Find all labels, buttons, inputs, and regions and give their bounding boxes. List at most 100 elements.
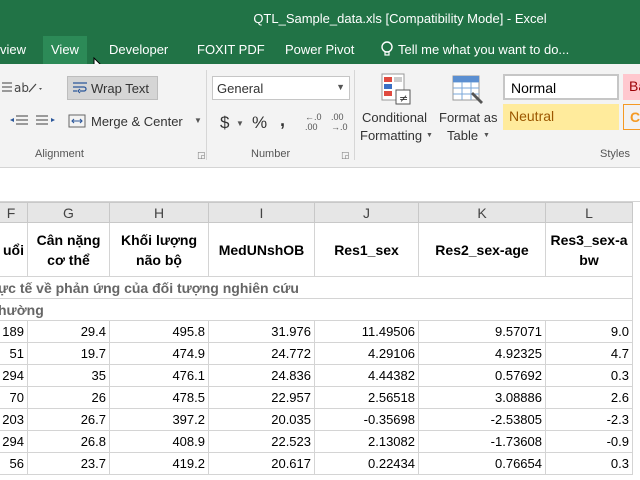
cell-style-normal[interactable]: Normal	[503, 74, 619, 100]
header-cell[interactable]: Khối lượng não bộ	[109, 222, 209, 277]
align-lines-icon[interactable]	[2, 81, 12, 95]
data-cell[interactable]: 56	[0, 452, 28, 475]
wrap-text-label: Wrap Text	[91, 81, 150, 96]
data-cell[interactable]: 9.57071	[418, 320, 546, 343]
orientation-icon[interactable]: ab	[14, 80, 44, 96]
merge-dropdown-arrow-icon[interactable]: ▼	[194, 116, 202, 125]
section-row: hường	[0, 298, 633, 321]
data-cell[interactable]: 26.7	[27, 408, 110, 431]
tab-foxit-pdf[interactable]: FOXIT PDF	[189, 36, 273, 64]
data-cell[interactable]: -2.3	[545, 408, 633, 431]
tab-developer[interactable]: Developer	[101, 36, 176, 64]
chevron-down-icon: ▼	[483, 132, 490, 139]
column-header-h[interactable]: H	[109, 202, 209, 223]
format-as-table-button[interactable]: Format as Table ▼	[437, 70, 499, 144]
alignment-launcher-icon[interactable]: ◲	[197, 150, 206, 161]
data-cell[interactable]: 20.617	[208, 452, 315, 475]
data-cell[interactable]: 2.13082	[314, 430, 419, 453]
increase-indent-icon[interactable]	[36, 114, 56, 128]
column-header-g[interactable]: G	[27, 202, 110, 223]
data-cell[interactable]: 35	[27, 364, 110, 387]
data-cell[interactable]: 11.49506	[314, 320, 419, 343]
data-cell[interactable]: 4.44382	[314, 364, 419, 387]
column-header-j[interactable]: J	[314, 202, 419, 223]
conditional-formatting-icon: ≠	[381, 73, 411, 105]
column-header-i[interactable]: I	[208, 202, 315, 223]
data-cell[interactable]: 20.035	[208, 408, 315, 431]
data-cell[interactable]: 474.9	[109, 342, 209, 365]
section-title-cell[interactable]: ực tế về phản ứng của đối tượng nghiên c…	[0, 276, 633, 299]
data-cell[interactable]: 31.976	[208, 320, 315, 343]
table-row: 203 26.7 397.2 20.035 -0.35698 -2.53805 …	[0, 408, 633, 431]
data-cell[interactable]: 397.2	[109, 408, 209, 431]
column-header-row: F G H I J K L	[0, 202, 633, 223]
column-header-f[interactable]: F	[0, 202, 28, 223]
merge-center-button[interactable]: Merge & Center ▼	[68, 110, 204, 134]
data-cell[interactable]: 9.0	[545, 320, 633, 343]
data-cell[interactable]: 495.8	[109, 320, 209, 343]
data-cell[interactable]: 51	[0, 342, 28, 365]
header-cell[interactable]: Cân nặng cơ thể	[27, 222, 110, 277]
data-cell[interactable]: 294	[0, 430, 28, 453]
decrease-decimal-button[interactable]: .00 →.0	[331, 112, 351, 132]
data-cell[interactable]: -2.53805	[418, 408, 546, 431]
data-cell[interactable]: 419.2	[109, 452, 209, 475]
data-cell[interactable]: 294	[0, 364, 28, 387]
header-cell[interactable]: MedUNshOB	[208, 222, 315, 277]
wrap-text-button[interactable]: Wrap Text	[67, 76, 158, 100]
data-cell[interactable]: 3.08886	[418, 386, 546, 409]
data-cell[interactable]: 22.523	[208, 430, 315, 453]
data-cell[interactable]: 203	[0, 408, 28, 431]
data-cell[interactable]: 22.957	[208, 386, 315, 409]
increase-decimal-button[interactable]: ←.0 .00	[305, 112, 325, 132]
data-cell[interactable]: 26.8	[27, 430, 110, 453]
tell-me-box[interactable]: Tell me what you want to do...	[380, 36, 569, 64]
cell-style-bad[interactable]: Ba	[623, 74, 640, 100]
section-subtitle-cell[interactable]: hường	[0, 298, 633, 321]
data-cell[interactable]: 476.1	[109, 364, 209, 387]
percent-button[interactable]: %	[252, 113, 267, 133]
tab-view[interactable]: View	[43, 36, 87, 64]
data-cell[interactable]: 4.29106	[314, 342, 419, 365]
data-cell[interactable]: 0.3	[545, 364, 633, 387]
data-cell[interactable]: 2.6	[545, 386, 633, 409]
tab-review[interactable]: view	[0, 36, 34, 64]
data-cell[interactable]: -0.35698	[314, 408, 419, 431]
number-launcher-icon[interactable]: ◲	[341, 150, 350, 161]
data-cell[interactable]: 4.92325	[418, 342, 546, 365]
table-row: 294 35 476.1 24.836 4.44382 0.57692 0.3	[0, 364, 633, 387]
data-cell[interactable]: 189	[0, 320, 28, 343]
data-cell[interactable]: 70	[0, 386, 28, 409]
data-cell[interactable]: 19.7	[27, 342, 110, 365]
data-cell[interactable]: 24.836	[208, 364, 315, 387]
data-cell[interactable]: 26	[27, 386, 110, 409]
data-cell[interactable]: 0.22434	[314, 452, 419, 475]
cell-style-calculation[interactable]: C	[623, 104, 640, 130]
data-cell[interactable]: 29.4	[27, 320, 110, 343]
data-cell[interactable]: 2.56518	[314, 386, 419, 409]
currency-button[interactable]: $	[220, 113, 229, 133]
currency-dropdown-arrow-icon[interactable]: ▼	[236, 119, 244, 128]
data-cell[interactable]: 24.772	[208, 342, 315, 365]
comma-style-button[interactable]: ,	[280, 110, 285, 131]
data-cell[interactable]: -0.9	[545, 430, 633, 453]
header-cell[interactable]: Res2_sex-age	[418, 222, 546, 277]
decrease-indent-icon[interactable]	[10, 114, 28, 128]
column-header-k[interactable]: K	[418, 202, 546, 223]
header-cell[interactable]: Res3_sex-a bw	[545, 222, 633, 277]
header-cell[interactable]: Res1_sex	[314, 222, 419, 277]
data-cell[interactable]: 408.9	[109, 430, 209, 453]
data-cell[interactable]: 0.57692	[418, 364, 546, 387]
data-cell[interactable]: 23.7	[27, 452, 110, 475]
number-format-dropdown[interactable]: General ▼	[212, 76, 350, 100]
data-cell[interactable]: 4.7	[545, 342, 633, 365]
cell-style-neutral[interactable]: Neutral	[503, 104, 619, 130]
header-cell[interactable]: uổi	[0, 222, 28, 277]
data-cell[interactable]: 0.3	[545, 452, 633, 475]
data-cell[interactable]: -1.73608	[418, 430, 546, 453]
tab-power-pivot[interactable]: Power Pivot	[277, 36, 362, 64]
column-header-l[interactable]: L	[545, 202, 633, 223]
data-cell[interactable]: 478.5	[109, 386, 209, 409]
data-cell[interactable]: 0.76654	[418, 452, 546, 475]
conditional-formatting-button[interactable]: ≠ Conditional Formatting ▼	[358, 70, 434, 144]
